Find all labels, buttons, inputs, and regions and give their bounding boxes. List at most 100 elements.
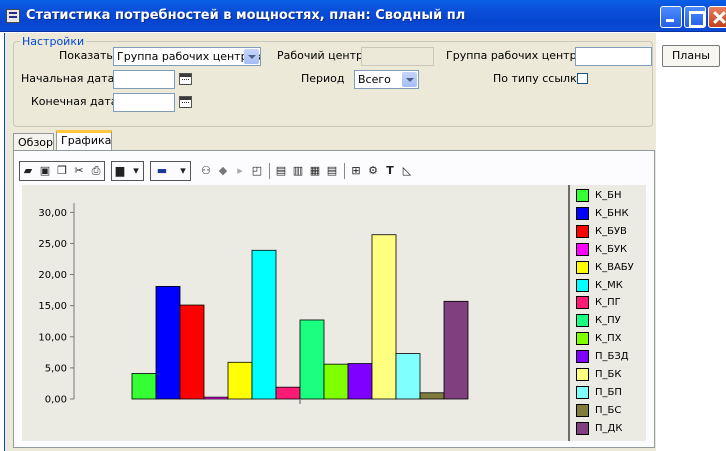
legend-swatch — [576, 350, 589, 364]
legend-label: К_ПУ — [595, 315, 621, 327]
end-date-field[interactable] — [113, 93, 175, 112]
legend-label: К_БУК — [595, 243, 628, 255]
bar-К_МК — [251, 249, 277, 400]
window-app-icon — [6, 9, 20, 23]
legend-swatch — [576, 296, 589, 310]
bar-П_БС — [419, 392, 445, 400]
title-bar: Статистика потребностей в мощностях, пла… — [0, 0, 726, 32]
client-area: Настройки Показать по Группа рабочих цен… — [4, 33, 656, 451]
bar-П_БЗД — [347, 363, 373, 400]
minimize-button[interactable] — [660, 6, 682, 28]
y-tick-label: 20,00 — [38, 270, 67, 281]
y-tick-label: 0,00 — [45, 395, 67, 406]
bar-П_БП — [395, 353, 421, 400]
bar-chart: 0,00 5,00 10,00 15,00 20,00 25,00 30,00 — [38, 203, 469, 406]
chevron-down-icon[interactable]: ▾ — [175, 162, 191, 180]
maximize-button[interactable] — [684, 6, 706, 28]
close-button[interactable] — [708, 6, 726, 28]
legend-swatch — [576, 206, 589, 220]
legend-label: К_МК — [595, 279, 623, 291]
grid-lines-icon[interactable]: ▤ — [324, 162, 340, 180]
legend-swatch — [576, 224, 589, 238]
print-icon[interactable]: ⎙ — [88, 162, 104, 180]
legend-label: П_БП — [595, 386, 622, 398]
by-link-type-label: По типу ссылки — [493, 72, 584, 85]
y-tick-label: 15,00 — [38, 301, 67, 312]
3d-icon[interactable]: ◆ — [215, 162, 231, 180]
legend-label: К_БУВ — [595, 225, 627, 237]
bar-К_БН — [131, 373, 157, 400]
bar-К_БУВ — [179, 304, 205, 400]
settings-legend: Настройки — [20, 35, 87, 48]
bar-chart-icon[interactable]: ▆ — [112, 162, 128, 180]
settings-icon[interactable]: ⚙ — [365, 162, 381, 180]
save-icon[interactable]: ▣ — [37, 162, 53, 180]
settings-group: Настройки Показать по Группа рабочих цен… — [13, 35, 653, 127]
page-icon[interactable]: ▤ — [273, 162, 289, 180]
bar-К_ВАБУ — [227, 361, 253, 400]
cut-icon[interactable]: ✂ — [71, 162, 87, 180]
bar-К_ПУ — [299, 319, 325, 400]
text-icon[interactable]: T — [382, 162, 398, 180]
zoom-icon[interactable]: ◰ — [249, 162, 265, 180]
show-by-select[interactable]: Группа рабочих центров — [113, 47, 261, 66]
legend-swatch — [576, 314, 589, 328]
legend-label: П_БЗД — [595, 351, 629, 363]
period-label: Период — [301, 72, 345, 85]
chevron-down-icon[interactable] — [244, 49, 259, 64]
page-active-icon[interactable]: ▥ — [290, 162, 306, 180]
legend-label: П_БК — [595, 369, 622, 380]
chart-area: 0,00 5,00 10,00 15,00 20,00 25,00 30,00 К_БН К_… — [22, 185, 646, 441]
y-tick-label: 30,00 — [38, 208, 67, 219]
bar-К_ПГ — [275, 386, 301, 400]
bar-К_БНК — [155, 285, 181, 400]
plans-button[interactable]: Планы — [662, 45, 720, 67]
by-link-type-checkbox[interactable] — [577, 73, 588, 84]
y-tick-label: 5,00 — [45, 363, 67, 374]
chevron-down-icon[interactable] — [402, 72, 417, 87]
binoculars-icon[interactable]: ⚇ — [198, 162, 214, 180]
y-tick-label: 10,00 — [38, 332, 67, 343]
start-date-field[interactable] — [113, 70, 175, 89]
copy-icon[interactable]: ❐ — [54, 162, 70, 180]
legend-label: К_ПХ — [595, 333, 622, 345]
work-center-field — [361, 47, 434, 66]
show-by-value: Группа рабочих центров — [117, 50, 261, 63]
work-center-group-field[interactable] — [575, 47, 652, 66]
period-value: Всего — [358, 73, 391, 86]
legend-label: К_БНК — [595, 207, 629, 219]
data-icon[interactable]: ⊞ — [348, 162, 364, 180]
legend-swatch — [576, 260, 589, 274]
chart-legend: К_БН К_БНК К_БУВ К_БУК К_ВАБУ К_МК К_ПГ К_ПУ К_П… — [568, 185, 644, 441]
legend-swatch — [576, 385, 589, 399]
tab-graphics[interactable]: Графика — [56, 130, 112, 152]
legend-swatch — [576, 189, 589, 202]
y-tick-label: 25,00 — [38, 239, 67, 250]
chevron-down-icon[interactable]: ▾ — [128, 162, 144, 180]
open-icon[interactable]: ▰ — [20, 162, 36, 180]
end-date-label: Конечная дата — [31, 95, 118, 108]
legend-label: П_ДК — [595, 422, 623, 434]
legend-label: К_ВАБУ — [595, 261, 634, 273]
legend-swatch — [576, 421, 589, 435]
work-center-group-label: Группа рабочих центров — [446, 49, 590, 62]
cursor-icon[interactable]: ▸ — [232, 162, 248, 180]
color-icon[interactable]: ▬ — [151, 162, 173, 180]
legend-label: К_БН — [595, 190, 622, 201]
calendar-icon[interactable] — [179, 96, 192, 108]
side-area: Планы — [656, 33, 726, 451]
grid-icon[interactable]: ▦ — [307, 162, 323, 180]
start-date-label: Начальная дата — [21, 72, 115, 85]
window-title: Статистика потребностей в мощностях, пла… — [26, 8, 466, 23]
period-select[interactable]: Всего — [354, 70, 419, 89]
legend-swatch — [576, 368, 589, 381]
legend-swatch — [576, 403, 589, 417]
legend-swatch — [576, 242, 589, 256]
calendar-icon[interactable] — [179, 73, 192, 85]
legend-label: П_БС — [595, 404, 622, 416]
axis-icon[interactable]: ◺ — [399, 162, 415, 180]
graphics-panel: ▰ ▣ ❐ ✂ ⎙ ▆ ▾ ▬ ▾ ⚇ ◆ ▸ ◰ ▤ ▥ ▦ ▤ ⊞ ⚙ T … — [13, 150, 655, 448]
bar-П_ДК — [443, 300, 469, 400]
legend-swatch — [576, 332, 589, 346]
legend-swatch — [576, 278, 589, 292]
